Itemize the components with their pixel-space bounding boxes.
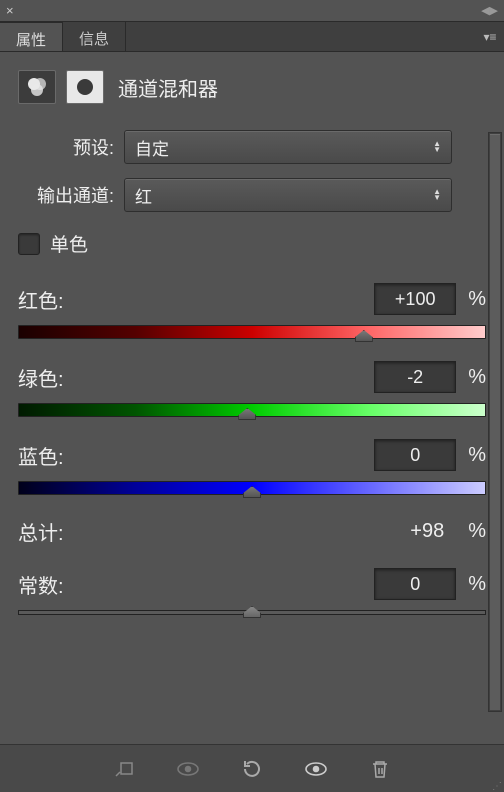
chevron-updown-icon: ▲▼ [433,189,441,201]
panel-menu-icon[interactable]: ▾≡ [476,22,504,51]
preset-dropdown[interactable]: 自定 ▲▼ [124,130,452,164]
constant-slider[interactable] [18,610,486,615]
tab-info[interactable]: 信息 [63,22,126,51]
footer-toolbar [0,744,504,792]
constant-input[interactable] [374,568,456,600]
percent-label: % [468,288,486,311]
percent-label: % [468,444,486,467]
scrollbar[interactable] [488,132,502,712]
constant-label: 常数: [18,570,64,599]
total-label: 总计: [18,517,64,546]
reset-icon[interactable] [237,754,267,784]
output-channel-dropdown[interactable]: 红 ▲▼ [124,178,452,212]
red-slider[interactable] [18,325,486,339]
chevron-updown-icon: ▲▼ [433,141,441,153]
monochrome-label: 单色 [50,230,88,257]
tab-properties[interactable]: 属性 [0,22,63,51]
output-channel-label: 输出通道: [18,182,124,208]
scrollbar-thumb[interactable] [489,133,501,711]
total-value: +98 [410,520,444,543]
previous-state-icon[interactable] [173,754,203,784]
slider-handle[interactable] [243,486,261,498]
percent-label: % [468,520,486,543]
panel-content: 通道混和器 预设: 自定 ▲▼ 输出通道: 红 ▲▼ 单色 红色: % [0,52,504,615]
slider-handle[interactable] [355,330,373,342]
mask-icon[interactable] [66,70,104,104]
percent-label: % [468,366,486,389]
blue-label: 蓝色: [18,441,64,470]
preset-label: 预设: [18,134,124,160]
panel-title: 通道混和器 [118,73,218,102]
blue-slider[interactable] [18,481,486,495]
output-channel-value: 红 [135,183,152,208]
slider-handle[interactable] [238,408,256,420]
tab-bar: 属性 信息 ▾≡ [0,22,504,52]
visibility-icon[interactable] [301,754,331,784]
slider-handle[interactable] [243,606,261,618]
blue-input[interactable] [374,439,456,471]
collapse-icon[interactable]: ◀▶ [481,4,498,17]
resize-grip-icon[interactable]: ⋰ [492,784,502,790]
monochrome-checkbox[interactable] [18,233,40,255]
percent-label: % [468,573,486,596]
clip-to-layer-icon[interactable] [109,754,139,784]
red-input[interactable] [374,283,456,315]
adjustment-icon[interactable] [18,70,56,104]
delete-icon[interactable] [365,754,395,784]
close-icon[interactable]: × [6,3,14,18]
green-input[interactable] [374,361,456,393]
green-slider[interactable] [18,403,486,417]
preset-value: 自定 [135,135,169,160]
red-label: 红色: [18,285,64,314]
green-label: 绿色: [18,363,64,392]
